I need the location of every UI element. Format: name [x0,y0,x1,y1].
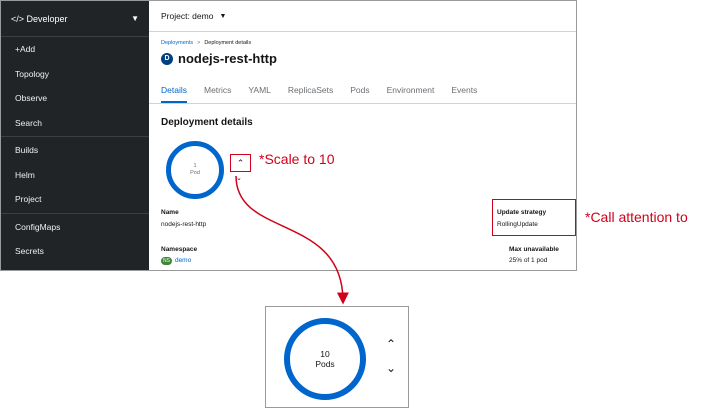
zoom-scale-down-button[interactable]: ⌄ [386,362,396,374]
zoom-scale-up-button[interactable]: ⌃ [386,338,396,350]
zoom-pod-count: 10 [320,349,330,359]
zoom-pod-ring: 10 Pods [284,318,366,400]
zoom-pod-unit: Pods [315,359,335,369]
